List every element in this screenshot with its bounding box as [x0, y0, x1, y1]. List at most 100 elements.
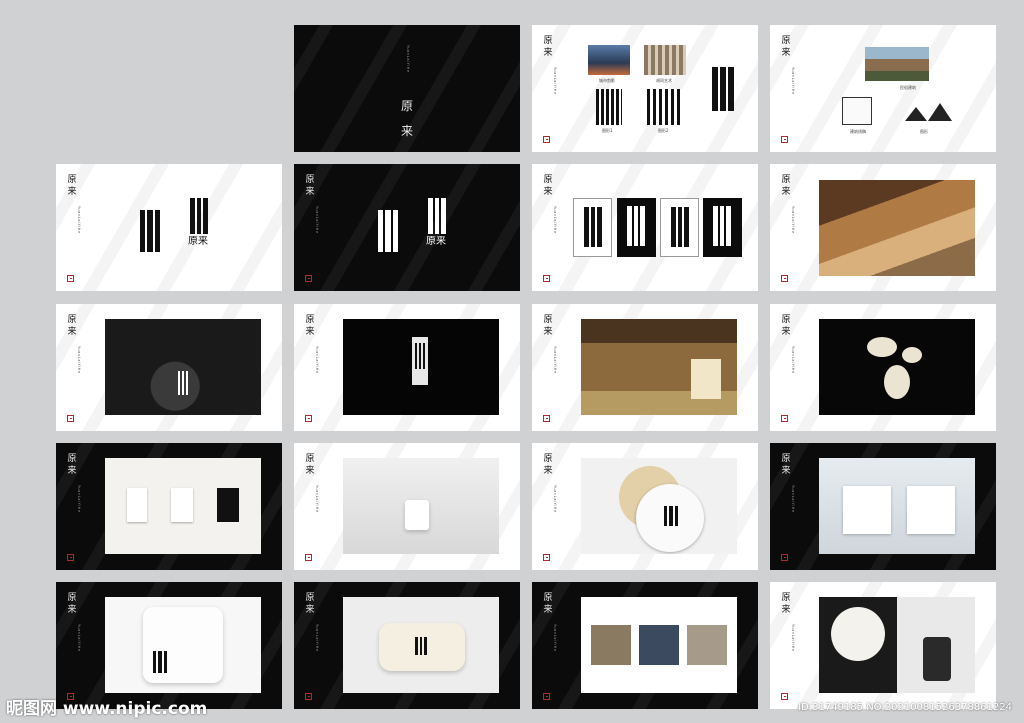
slide-5[interactable]: 原来 YuanLaiYiHe 原来	[56, 164, 282, 291]
slide-7[interactable]: 原来 YuanLaiYiHe	[532, 164, 758, 291]
watermark-site: 昵图网 www.nipic.com	[6, 699, 208, 719]
towel-photo-2	[639, 625, 679, 665]
logo-variant-2	[617, 198, 656, 257]
brand-char-1: 原	[781, 175, 791, 185]
seal-icon	[67, 554, 74, 561]
card-back	[171, 488, 193, 522]
brand-char-1: 原	[543, 175, 553, 185]
fan-photo	[819, 597, 897, 693]
brand-char-1: 原	[543, 454, 553, 464]
seal-icon	[305, 275, 312, 282]
vertical-brand-text: YuanLaiYiHe	[315, 206, 319, 234]
brand-char-2: 来	[543, 187, 553, 197]
seal-icon	[543, 415, 550, 422]
slide-11[interactable]: 原来 YuanLaiYiHe	[532, 304, 758, 431]
logo-mark	[140, 210, 160, 252]
logo-text: 原来	[188, 236, 208, 247]
business-cards-photo	[105, 458, 261, 554]
brand-mark: 原来	[66, 592, 78, 616]
window-light	[691, 359, 721, 399]
logo-mark	[712, 67, 734, 111]
seal-icon	[781, 554, 788, 561]
vertical-brand-text: YuanLaiYiHe	[553, 624, 557, 652]
label-pattern-1: 图形1	[602, 128, 613, 133]
slide-14[interactable]: 原来 YuanLaiYiHe	[294, 443, 520, 570]
towel-photo-1	[591, 625, 631, 665]
stripe-pattern	[770, 25, 996, 152]
vertical-brand-text: YuanLaiYiHe	[553, 206, 557, 234]
pillow	[143, 607, 223, 683]
brand-mark: 原来	[542, 314, 554, 338]
seal-icon	[543, 554, 550, 561]
brand-char-2: 来	[543, 605, 553, 615]
vertical-brand-text: YuanLaiYiHe	[77, 624, 81, 652]
logo-text: 原来	[426, 236, 446, 247]
brand-mark: 原来	[304, 314, 316, 338]
slide-16[interactable]: 原来 YuanLaiYiHe	[770, 443, 996, 570]
brand-char-2: 来	[543, 48, 553, 58]
logo-variant-1	[573, 198, 612, 257]
logo-mark	[378, 210, 398, 252]
bag-photo	[819, 458, 975, 554]
seal-icon	[305, 554, 312, 561]
lantern-1	[867, 337, 897, 357]
brand-char-2: 来	[781, 48, 791, 58]
mug	[405, 500, 429, 530]
slide-20[interactable]: 原来 YuanLaiYiHe	[770, 582, 996, 709]
logo-mark	[178, 371, 188, 395]
brand-char-2: 来	[67, 605, 77, 615]
brand-mark: 原来	[304, 453, 316, 477]
brand-mark: 原来	[780, 35, 792, 59]
tote-bag	[923, 637, 951, 681]
dark-sign-photo	[343, 319, 499, 415]
slide-8[interactable]: 原来 YuanLaiYiHe	[770, 164, 996, 291]
label-city: 城市剪影	[599, 78, 615, 83]
vertical-brand-text: YuanLaiYiHe	[553, 485, 557, 513]
slide-3[interactable]: 原来 YuanLaiYiHe 城市剪影 胡同艺术 图形1 图形2	[532, 25, 758, 152]
brand-char-1: 原	[67, 315, 77, 325]
brand-mark: 原来	[542, 453, 554, 477]
vertical-brand-text: YuanLaiYiHe	[315, 624, 319, 652]
slide-10[interactable]: 原来 YuanLaiYiHe	[294, 304, 520, 431]
slide-12[interactable]: 原来 YuanLaiYiHe	[770, 304, 996, 431]
pattern-1	[596, 89, 622, 125]
logo-variant-3	[660, 198, 699, 257]
slide-18[interactable]: 原来 YuanLaiYiHe	[294, 582, 520, 709]
slide-17[interactable]: 原来 YuanLaiYiHe	[56, 582, 282, 709]
folk-building-photo	[865, 47, 929, 81]
paper-coaster	[636, 484, 704, 552]
vertical-brand-text: YuanLaiYiHe	[791, 346, 795, 374]
slide-13[interactable]: 原来 YuanLaiYiHe	[56, 443, 282, 570]
brand-char-2: 来	[305, 187, 315, 197]
slide-19[interactable]: 原来 YuanLaiYiHe	[532, 582, 758, 709]
brand-char-2: 来	[543, 466, 553, 476]
logo-mark	[153, 651, 167, 673]
hutong-photo	[644, 45, 686, 75]
brand-char-2: 来	[543, 327, 553, 337]
brand-mark: 原来	[780, 453, 792, 477]
slide-4[interactable]: 原来 YuanLaiYiHe 民俗建筑 建筑线稿 图形	[770, 25, 996, 152]
logo-mark	[671, 207, 689, 247]
logo-mark	[664, 506, 678, 526]
seal-icon	[781, 136, 788, 143]
pattern-2	[647, 89, 683, 125]
vertical-brand-text: YuanLaiYiHe	[77, 346, 81, 374]
brand-char-1: 原	[781, 454, 791, 464]
cushion-photo	[343, 597, 499, 693]
brand-char-1: 原	[781, 593, 791, 603]
slide-9[interactable]: 原来 YuanLaiYiHe	[56, 304, 282, 431]
logo-mark	[713, 206, 731, 246]
brand-char-2: 来	[781, 187, 791, 197]
slide-cover[interactable]: YuanLaiYiHe 原 来	[294, 25, 520, 152]
brand-mark: 原来	[780, 174, 792, 198]
slide-6[interactable]: 原来 YuanLaiYiHe 原来	[294, 164, 520, 291]
brand-mark: 原来	[304, 592, 316, 616]
card-front	[127, 488, 147, 522]
brand-char-1: 原	[543, 315, 553, 325]
lantern-photo	[819, 319, 975, 415]
shopping-bag-1	[843, 486, 891, 534]
mountain-shape-1	[905, 107, 927, 121]
brand-mark: 原来	[780, 314, 792, 338]
slide-15[interactable]: 原来 YuanLaiYiHe	[532, 443, 758, 570]
brand-char-2: 来	[305, 605, 315, 615]
